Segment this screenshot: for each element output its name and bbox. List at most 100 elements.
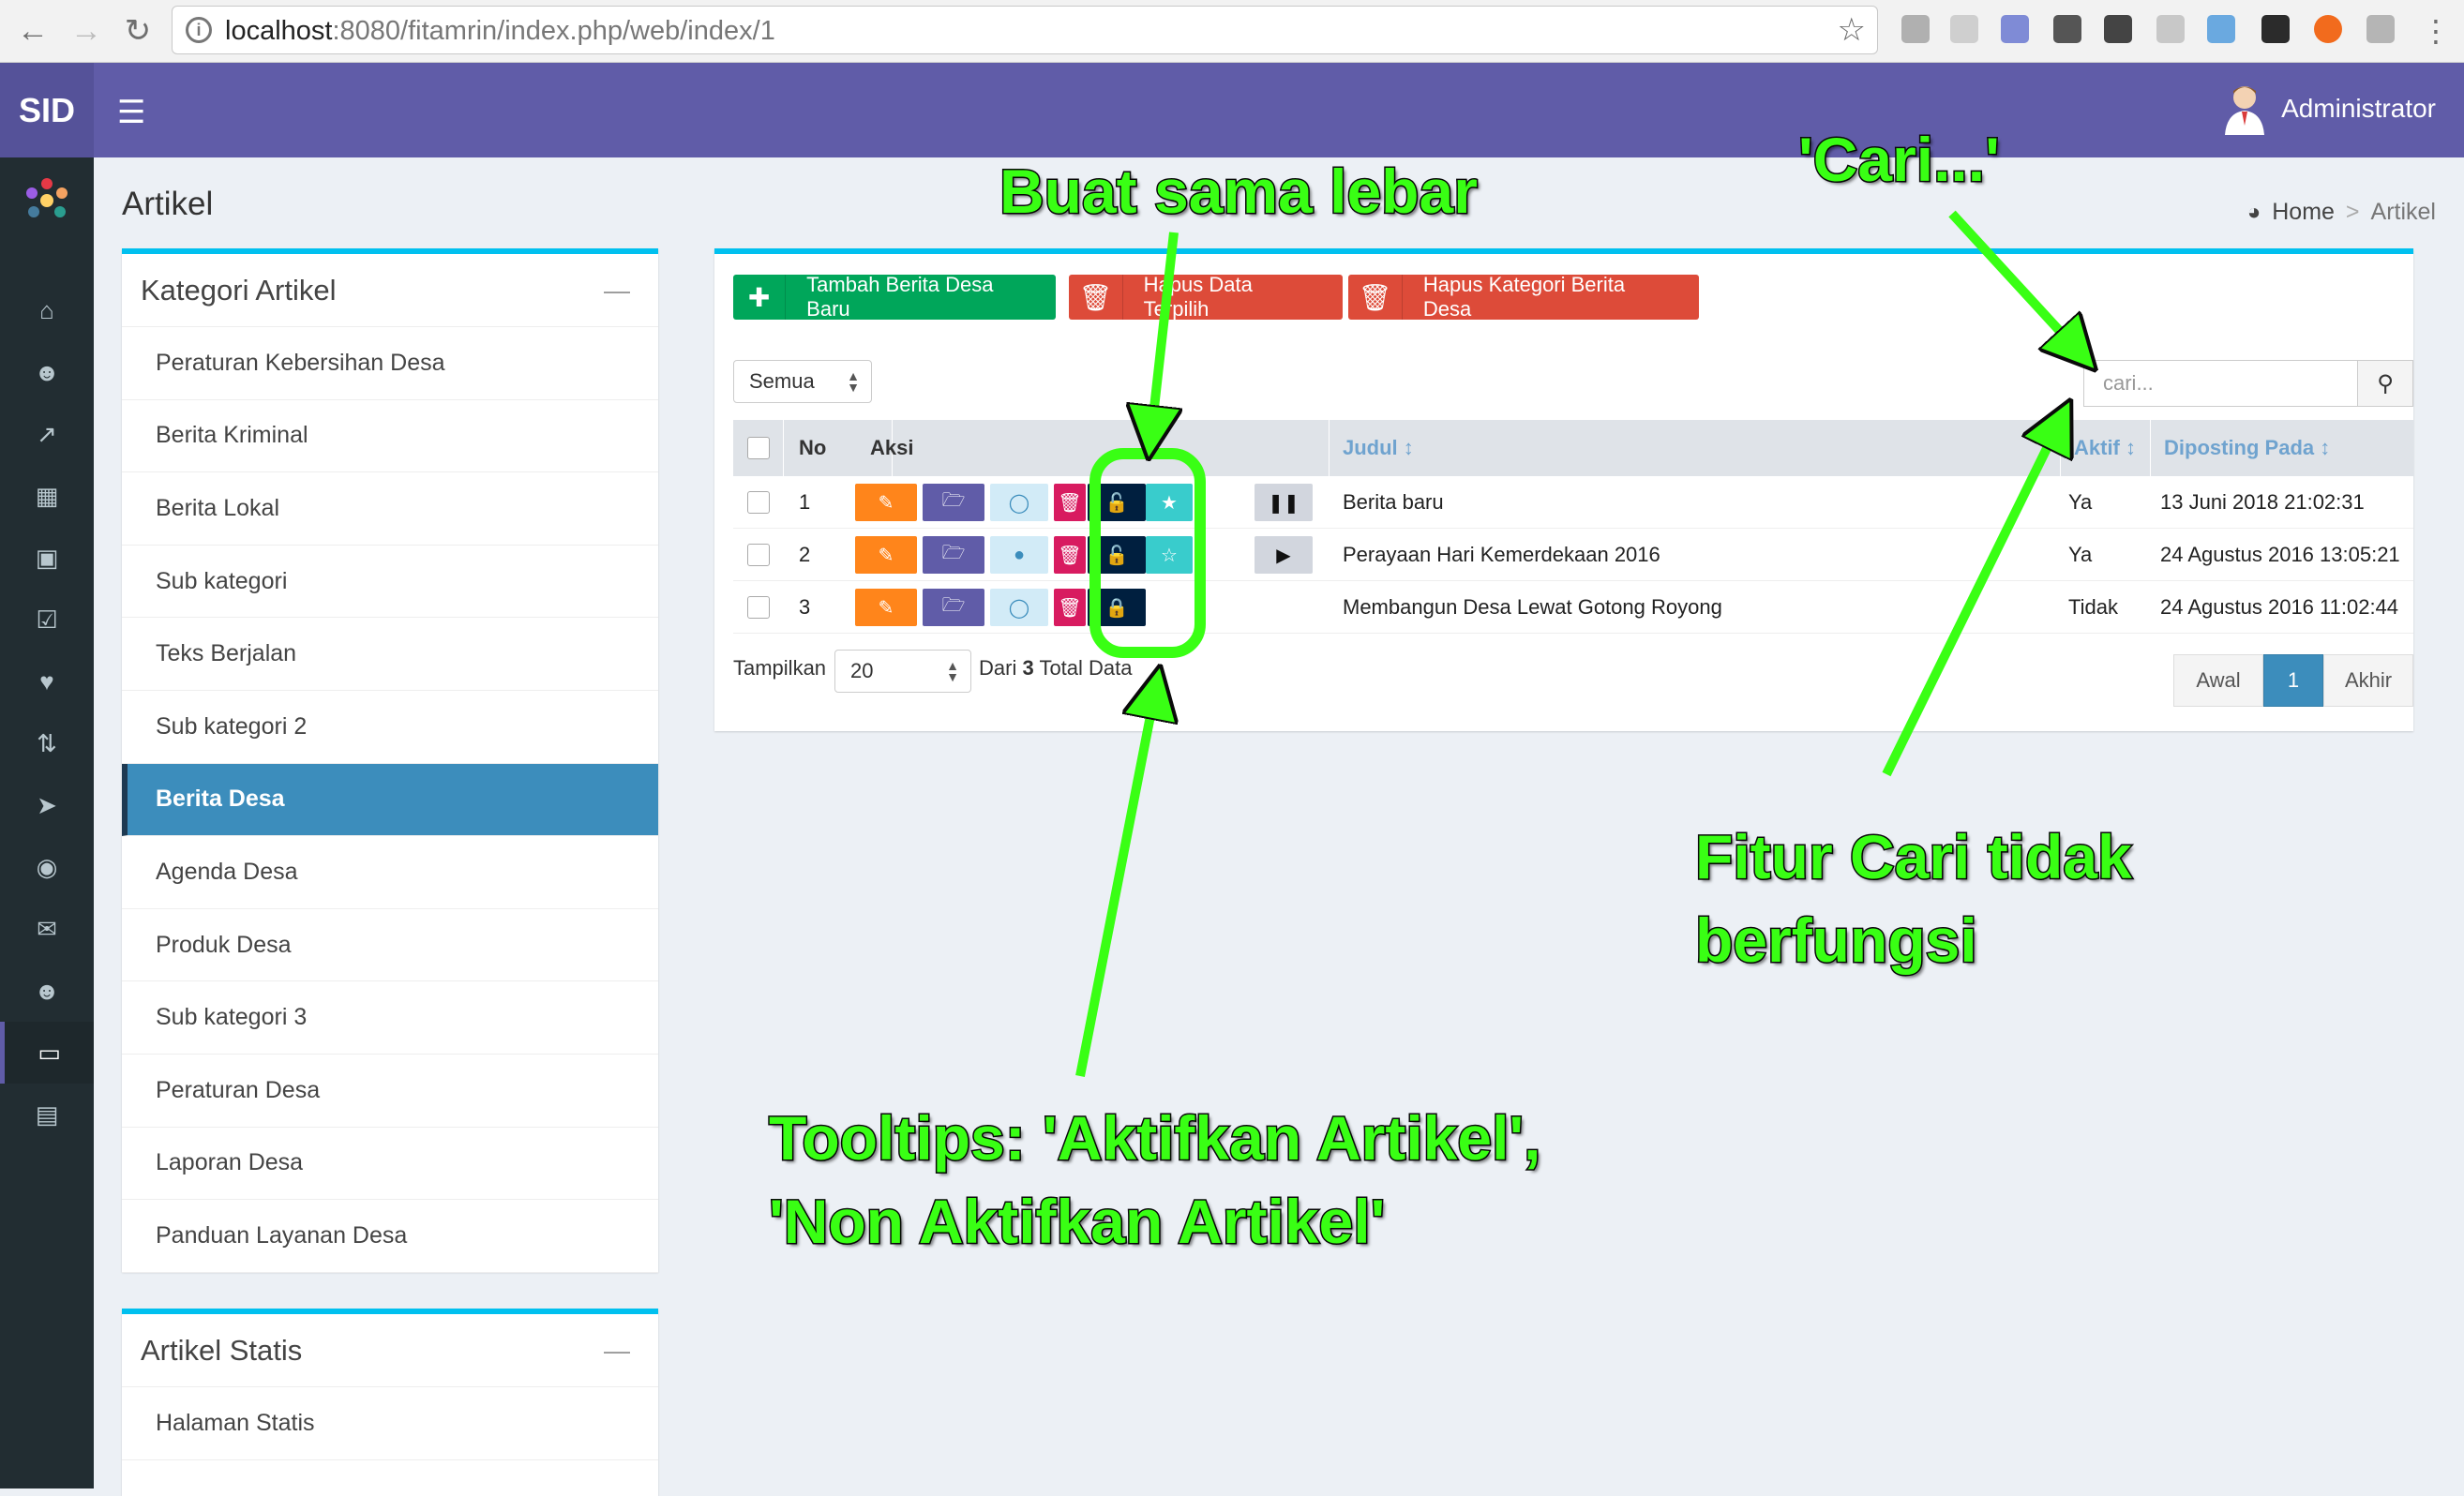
category-item[interactable]: Peraturan Kebersihan Desa bbox=[122, 327, 658, 400]
row-checkbox[interactable] bbox=[747, 491, 770, 514]
inbox-icon[interactable]: ▤ bbox=[0, 1084, 94, 1145]
delete-icon[interactable]: 🗑 bbox=[1054, 536, 1086, 574]
info-icon[interactable]: i bbox=[186, 17, 212, 43]
row-title[interactable]: Berita baru bbox=[1343, 476, 1444, 529]
back-arrow-icon[interactable]: ← bbox=[14, 12, 52, 50]
row-checkbox[interactable] bbox=[747, 596, 770, 619]
checkbox-icon[interactable]: ☑ bbox=[0, 589, 94, 651]
lock-icon[interactable]: 🔒 bbox=[1088, 589, 1146, 626]
envelope-icon[interactable]: ✉ bbox=[0, 898, 94, 960]
users-icon[interactable]: ☻ bbox=[0, 341, 94, 403]
dashboard-icon: ◕ bbox=[2246, 199, 2261, 225]
static-item[interactable]: Halaman Statis bbox=[122, 1387, 658, 1460]
reload-icon[interactable]: ↻ bbox=[119, 12, 157, 50]
annotation-same-width: Buat sama lebar bbox=[999, 155, 1480, 227]
search-icon[interactable]: ⚲ bbox=[2357, 360, 2413, 407]
row-title[interactable]: Membangun Desa Lewat Gotong Royong bbox=[1343, 581, 1722, 634]
edit-icon[interactable]: ✎ bbox=[855, 484, 917, 521]
user-menu[interactable]: Administrator bbox=[2223, 82, 2436, 135]
category-item[interactable]: Berita Lokal bbox=[122, 472, 658, 546]
desktop-icon[interactable]: ▭ bbox=[0, 1022, 94, 1084]
chart-icon[interactable]: ↗ bbox=[0, 403, 94, 465]
breadcrumb-home[interactable]: Home bbox=[2272, 199, 2335, 226]
edit-icon[interactable]: ✎ bbox=[855, 536, 917, 574]
delete-icon[interactable]: 🗑 bbox=[1054, 589, 1086, 626]
extension-icon[interactable] bbox=[2314, 15, 2342, 43]
category-item[interactable]: Produk Desa bbox=[122, 909, 658, 982]
folder-icon[interactable]: 🗁 bbox=[923, 536, 984, 574]
status-filter-select[interactable]: Semua ▲ ▼ bbox=[733, 360, 872, 403]
browser-menu-icon[interactable]: ⋮ bbox=[2417, 12, 2455, 50]
pause-icon[interactable]: ❚❚ bbox=[1255, 484, 1313, 521]
unlock-icon[interactable]: 🔓 bbox=[1088, 484, 1146, 521]
category-item[interactable]: Berita Kriminal bbox=[122, 400, 658, 473]
star-outline-icon[interactable]: ☆ bbox=[1146, 536, 1193, 574]
extension-icon[interactable] bbox=[2261, 15, 2290, 43]
search-input[interactable]: cari... bbox=[2083, 360, 2357, 407]
address-bar[interactable]: i localhost:8080/fitamrin/index.php/web/… bbox=[172, 6, 1878, 54]
category-item[interactable]: Laporan Desa bbox=[122, 1128, 658, 1201]
play-icon[interactable]: ▶ bbox=[1255, 536, 1313, 574]
unlock-icon[interactable]: 🔓 bbox=[1088, 536, 1146, 574]
delete-category-button[interactable]: 🗑 Hapus Kategori Berita Desa bbox=[1348, 273, 1699, 321]
extension-icon[interactable] bbox=[2156, 15, 2185, 43]
book-icon[interactable]: ▦ bbox=[0, 465, 94, 527]
star-filled-icon[interactable]: ★ bbox=[1146, 484, 1193, 521]
col-posted-sort[interactable]: Diposting Pada ↕ bbox=[2151, 420, 2413, 476]
category-item[interactable]: Sub kategori bbox=[122, 546, 658, 619]
group-icon[interactable]: ☻ bbox=[0, 960, 94, 1022]
category-item[interactable]: Sub kategori 2 bbox=[122, 691, 658, 764]
location-arrow-icon[interactable]: ➤ bbox=[0, 774, 94, 836]
row-posted: 24 Agustus 2016 11:02:44 bbox=[2160, 595, 2399, 619]
sidebar-toggle-icon[interactable]: ☰ bbox=[117, 94, 145, 131]
category-item[interactable]: Agenda Desa bbox=[122, 836, 658, 909]
category-item[interactable]: Teks Berjalan bbox=[122, 618, 658, 691]
folder-icon[interactable]: 🗁 bbox=[923, 484, 984, 521]
comment-filled-icon[interactable]: ● bbox=[990, 536, 1048, 574]
extension-icon[interactable] bbox=[2207, 15, 2235, 43]
add-article-button[interactable]: ✚ Tambah Berita Desa Baru bbox=[733, 273, 1056, 321]
col-aktif-sort[interactable]: Aktif ↕ bbox=[2061, 420, 2151, 476]
pagination-first[interactable]: Awal bbox=[2173, 654, 2263, 707]
pagination-last[interactable]: Akhir bbox=[2323, 654, 2413, 707]
globe-icon[interactable]: ◉ bbox=[0, 836, 94, 898]
extension-icon[interactable] bbox=[1950, 15, 1978, 43]
extension-icon[interactable] bbox=[2053, 15, 2081, 43]
row-checkbox[interactable] bbox=[747, 544, 770, 566]
archive-icon[interactable]: ▣ bbox=[0, 527, 94, 589]
heart-icon[interactable]: ♥ bbox=[0, 651, 94, 712]
signpost-icon[interactable]: ⇅ bbox=[0, 712, 94, 774]
folder-icon[interactable]: 🗁 bbox=[923, 589, 984, 626]
col-aksi: Aksi bbox=[842, 420, 1330, 476]
category-item[interactable]: Sub kategori 3 bbox=[122, 981, 658, 1055]
category-item[interactable]: Panduan Layanan Desa bbox=[122, 1200, 658, 1273]
pagination-current[interactable]: 1 bbox=[2263, 654, 2323, 707]
extension-icon[interactable] bbox=[1901, 15, 1930, 43]
extension-icon[interactable] bbox=[2001, 15, 2029, 43]
delete-selected-button[interactable]: 🗑 Hapus Data Terpilih bbox=[1069, 273, 1343, 321]
col-judul-sort[interactable]: Judul ↕ bbox=[1330, 420, 2061, 476]
home-icon[interactable]: ⌂ bbox=[0, 279, 94, 341]
edit-icon[interactable]: ✎ bbox=[855, 589, 917, 626]
breadcrumb: ◕ Home > Artikel bbox=[2247, 199, 2436, 226]
bookmark-star-icon[interactable]: ☆ bbox=[1838, 11, 1866, 49]
extension-icon[interactable] bbox=[2366, 15, 2395, 43]
comment-icon[interactable]: ◯ bbox=[990, 484, 1048, 521]
app-logo[interactable]: SID bbox=[0, 63, 94, 157]
row-title[interactable]: Perayaan Hari Kemerdekaan 2016 bbox=[1343, 529, 1660, 581]
forward-arrow-icon[interactable]: → bbox=[68, 12, 105, 50]
table-row: 2 ✎ 🗁 ● 🗑 🔓 ☆ ▶ Perayaan Hari Kemerdekaa… bbox=[733, 529, 2413, 581]
collapse-icon[interactable]: — bbox=[604, 1336, 630, 1366]
category-item[interactable]: Peraturan Desa bbox=[122, 1055, 658, 1128]
row-posted: 13 Juni 2018 21:02:31 bbox=[2160, 490, 2365, 514]
collapse-icon[interactable]: — bbox=[604, 276, 630, 306]
per-page-select[interactable]: 20 ▲ ▼ bbox=[834, 650, 971, 693]
row-no: 1 bbox=[799, 490, 811, 514]
row-active: Ya bbox=[2068, 543, 2093, 566]
sid-emblem-icon bbox=[26, 178, 68, 217]
delete-icon[interactable]: 🗑 bbox=[1054, 484, 1086, 521]
category-item-active[interactable]: Berita Desa bbox=[122, 763, 658, 837]
extension-icon[interactable] bbox=[2104, 15, 2132, 43]
select-all-checkbox[interactable] bbox=[746, 437, 770, 459]
comment-icon[interactable]: ◯ bbox=[990, 589, 1048, 626]
